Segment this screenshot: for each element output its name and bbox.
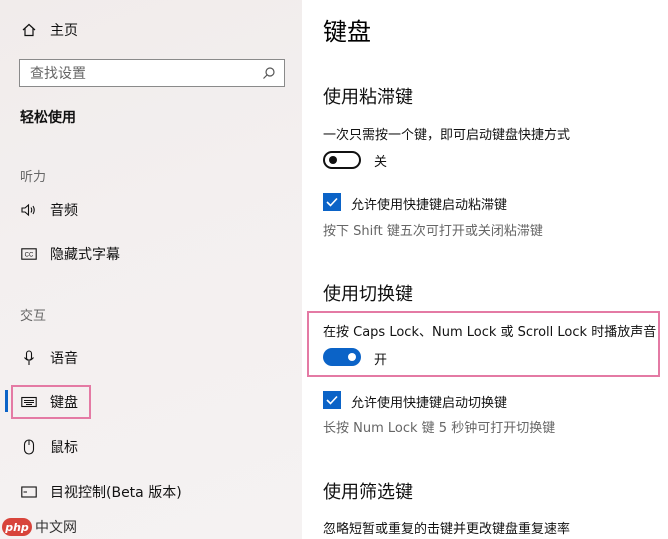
sidebar: 主页 查找设置 轻松使用 听力 音频 CC 隐藏式字幕 交互 语音 键盘 鼠标 … [0,0,302,539]
sidebar-item-mouse[interactable]: 鼠标 [20,437,78,457]
sidebar-item-label: 语音 [50,351,78,367]
main-panel: 键盘 使用粘滞键 一次只需按一个键，即可启动键盘快捷方式 关 允许使用快捷键启动… [302,0,668,539]
group-label-hearing: 听力 [20,170,47,185]
watermark: php 中文网 [2,517,77,537]
toggle-keys-shortcut-checkbox[interactable] [323,391,341,409]
search-input[interactable]: 查找设置 [19,59,285,87]
sticky-keys-description: 一次只需按一个键，即可启动键盘快捷方式 [323,128,571,143]
sidebar-item-label: 键盘 [50,395,78,411]
mouse-icon [20,438,38,456]
keyboard-icon [20,393,38,411]
toggle-keys-toggle[interactable] [323,348,361,366]
sidebar-item-label: 音频 [50,203,78,219]
watermark-logo: php [2,518,32,536]
filter-keys-heading: 使用筛选键 [323,482,413,503]
selected-indicator [5,390,8,412]
sticky-keys-heading: 使用粘滞键 [323,87,413,108]
settings-window: 主页 查找设置 轻松使用 听力 音频 CC 隐藏式字幕 交互 语音 键盘 鼠标 … [0,0,668,539]
section-title: 轻松使用 [20,110,76,126]
toggle-knob [329,156,337,164]
group-label-interaction: 交互 [20,309,47,324]
speaker-icon [20,201,38,219]
sticky-keys-toggle[interactable] [323,151,361,169]
closed-caption-icon: CC [20,245,38,263]
sidebar-item-label: 鼠标 [50,440,78,456]
sidebar-item-speech[interactable]: 语音 [20,348,78,368]
sticky-keys-shortcut-checkbox[interactable] [323,193,341,211]
microphone-icon [20,349,38,367]
search-icon[interactable] [262,66,276,80]
sidebar-item-home[interactable]: 主页 [20,20,78,40]
sidebar-item-label: 目视控制(Beta 版本) [50,485,182,501]
sidebar-item-keyboard[interactable]: 键盘 [20,392,78,412]
sidebar-item-label: 隐藏式字幕 [50,247,120,263]
sidebar-item-label: 主页 [50,23,78,39]
sticky-keys-toggle-state: 关 [374,155,388,170]
check-icon [326,197,338,207]
toggle-keys-description: 在按 Caps Lock、Num Lock 或 Scroll Lock 时播放声… [323,325,657,340]
eye-control-icon [20,483,38,501]
toggle-keys-shortcut-label: 允许使用快捷键启动切换键 [351,396,508,411]
search-placeholder: 查找设置 [30,66,86,82]
filter-keys-description: 忽略短暂或重复的击键并更改键盘重复速率 [323,522,571,537]
watermark-text: 中文网 [35,520,77,536]
sidebar-item-audio[interactable]: 音频 [20,200,78,220]
toggle-knob [348,353,356,361]
toggle-keys-toggle-state: 开 [374,353,388,368]
sidebar-item-captions[interactable]: CC 隐藏式字幕 [20,244,120,264]
toggle-keys-heading: 使用切换键 [323,284,413,305]
svg-text:CC: CC [25,253,34,259]
page-title: 键盘 [323,18,371,46]
home-icon [20,21,38,39]
sidebar-item-eye-control[interactable]: 目视控制(Beta 版本) [20,482,182,502]
check-icon [326,395,338,405]
sticky-keys-shortcut-label: 允许使用快捷键启动粘滞键 [351,198,508,213]
sticky-keys-hint: 按下 Shift 键五次可打开或关闭粘滞键 [323,224,543,239]
toggle-keys-hint: 长按 Num Lock 键 5 秒钟可打开切换键 [323,421,556,436]
